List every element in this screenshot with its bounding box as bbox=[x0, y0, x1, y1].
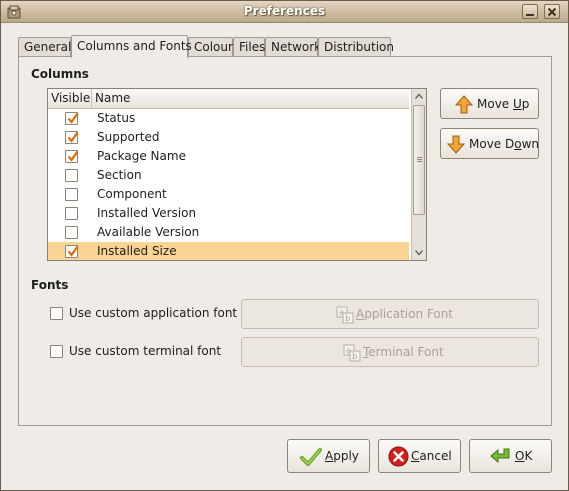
list-row-selected[interactable]: Installed Size bbox=[48, 242, 409, 260]
check-icon bbox=[67, 150, 79, 162]
font-icon: ab bbox=[336, 306, 354, 327]
list-row[interactable]: Available Version bbox=[48, 223, 409, 242]
move-up-button[interactable]: Move Up bbox=[440, 88, 539, 119]
scroll-up-icon bbox=[415, 93, 423, 99]
visible-checkbox[interactable] bbox=[65, 207, 78, 220]
svg-text:b: b bbox=[345, 314, 350, 323]
list-row[interactable]: Supported bbox=[48, 128, 409, 147]
scroll-down-icon bbox=[415, 250, 423, 256]
terminal-font-button[interactable]: ab Terminal Font bbox=[241, 337, 539, 367]
minimize-button[interactable] bbox=[522, 4, 538, 19]
window-title: Preferences bbox=[243, 4, 326, 18]
move-up-label: Move Up bbox=[477, 97, 530, 111]
row-name: Supported bbox=[97, 130, 160, 144]
visible-column-header[interactable]: Visible bbox=[48, 89, 92, 109]
application-font-button[interactable]: ab Application Font bbox=[241, 299, 539, 329]
columns-list: Visible Name Status Supported Package Na… bbox=[47, 88, 427, 261]
close-button[interactable] bbox=[544, 4, 560, 19]
list-row[interactable]: Section bbox=[48, 166, 409, 185]
list-row[interactable]: Package Name bbox=[48, 147, 409, 166]
tab-distribution[interactable]: Distribution bbox=[318, 37, 394, 57]
check-icon bbox=[67, 131, 79, 143]
name-column-header[interactable]: Name bbox=[92, 89, 409, 109]
tab-general[interactable]: General bbox=[18, 37, 71, 57]
grip-line bbox=[417, 157, 422, 158]
arrow-down-icon bbox=[446, 135, 466, 157]
apply-button[interactable]: Apply bbox=[287, 439, 370, 473]
row-name: Available Version bbox=[97, 225, 200, 239]
tab-files[interactable]: Files bbox=[233, 37, 265, 57]
apply-label: Apply bbox=[325, 449, 359, 463]
custom-terminal-font-label[interactable]: Use custom terminal font bbox=[69, 344, 221, 358]
font-icon: ab bbox=[343, 344, 361, 365]
grip-line bbox=[417, 161, 422, 162]
visible-checkbox[interactable] bbox=[65, 188, 78, 201]
tab-network[interactable]: Network bbox=[265, 37, 321, 57]
tab-columns-and-fonts[interactable]: Columns and Fonts bbox=[71, 35, 192, 58]
title-bar[interactable]: Preferences bbox=[1, 1, 568, 23]
row-name: Section bbox=[97, 168, 142, 182]
close-icon bbox=[547, 7, 557, 17]
vertical-scrollbar[interactable] bbox=[411, 89, 426, 260]
terminal-font-label: Terminal Font bbox=[363, 345, 444, 359]
cancel-label: Cancel bbox=[411, 449, 452, 463]
list-row[interactable]: Component bbox=[48, 185, 409, 204]
ok-arrow-icon bbox=[489, 447, 511, 470]
custom-app-font-checkbox[interactable] bbox=[50, 307, 63, 320]
scrollbar-thumb[interactable] bbox=[413, 105, 425, 215]
move-down-label: Move Down bbox=[469, 137, 539, 151]
visible-checkbox[interactable] bbox=[65, 131, 79, 144]
row-name: Installed Version bbox=[97, 206, 197, 220]
row-name: Installed Size bbox=[97, 244, 177, 258]
list-row[interactable]: Installed Version bbox=[48, 204, 409, 223]
svg-text:b: b bbox=[352, 352, 357, 361]
visible-checkbox[interactable] bbox=[65, 150, 79, 163]
arrow-up-icon bbox=[454, 95, 474, 117]
row-name: Component bbox=[97, 187, 167, 201]
custom-app-font-label[interactable]: Use custom application font bbox=[69, 306, 237, 320]
grip-line bbox=[417, 159, 422, 160]
columns-section-label: Columns bbox=[31, 67, 89, 81]
ok-label: OK bbox=[515, 449, 533, 463]
row-name: Package Name bbox=[97, 149, 186, 163]
fonts-section-label: Fonts bbox=[31, 278, 69, 292]
scroll-up-button[interactable] bbox=[412, 89, 426, 104]
check-icon bbox=[67, 245, 79, 257]
checkmark-icon bbox=[300, 447, 322, 470]
visible-checkbox[interactable] bbox=[65, 169, 78, 182]
custom-terminal-font-checkbox[interactable] bbox=[50, 345, 63, 358]
preferences-window: Preferences General Columns and Fonts Co… bbox=[0, 0, 569, 491]
list-header: Visible Name bbox=[48, 89, 409, 109]
cancel-button[interactable]: Cancel bbox=[378, 439, 461, 473]
cancel-icon bbox=[388, 446, 409, 470]
visible-checkbox[interactable] bbox=[65, 112, 79, 125]
ok-button[interactable]: OK bbox=[469, 439, 552, 473]
move-down-button[interactable]: Move Down bbox=[440, 128, 539, 159]
check-icon bbox=[67, 112, 79, 124]
visible-checkbox[interactable] bbox=[65, 245, 79, 258]
row-name: Status bbox=[97, 111, 136, 125]
list-row[interactable]: Status bbox=[48, 109, 409, 128]
application-font-label: Application Font bbox=[356, 307, 453, 321]
minimize-icon bbox=[526, 14, 534, 16]
scroll-down-button[interactable] bbox=[412, 245, 426, 260]
visible-checkbox[interactable] bbox=[65, 226, 78, 239]
tab-colour[interactable]: Colour bbox=[188, 37, 233, 57]
